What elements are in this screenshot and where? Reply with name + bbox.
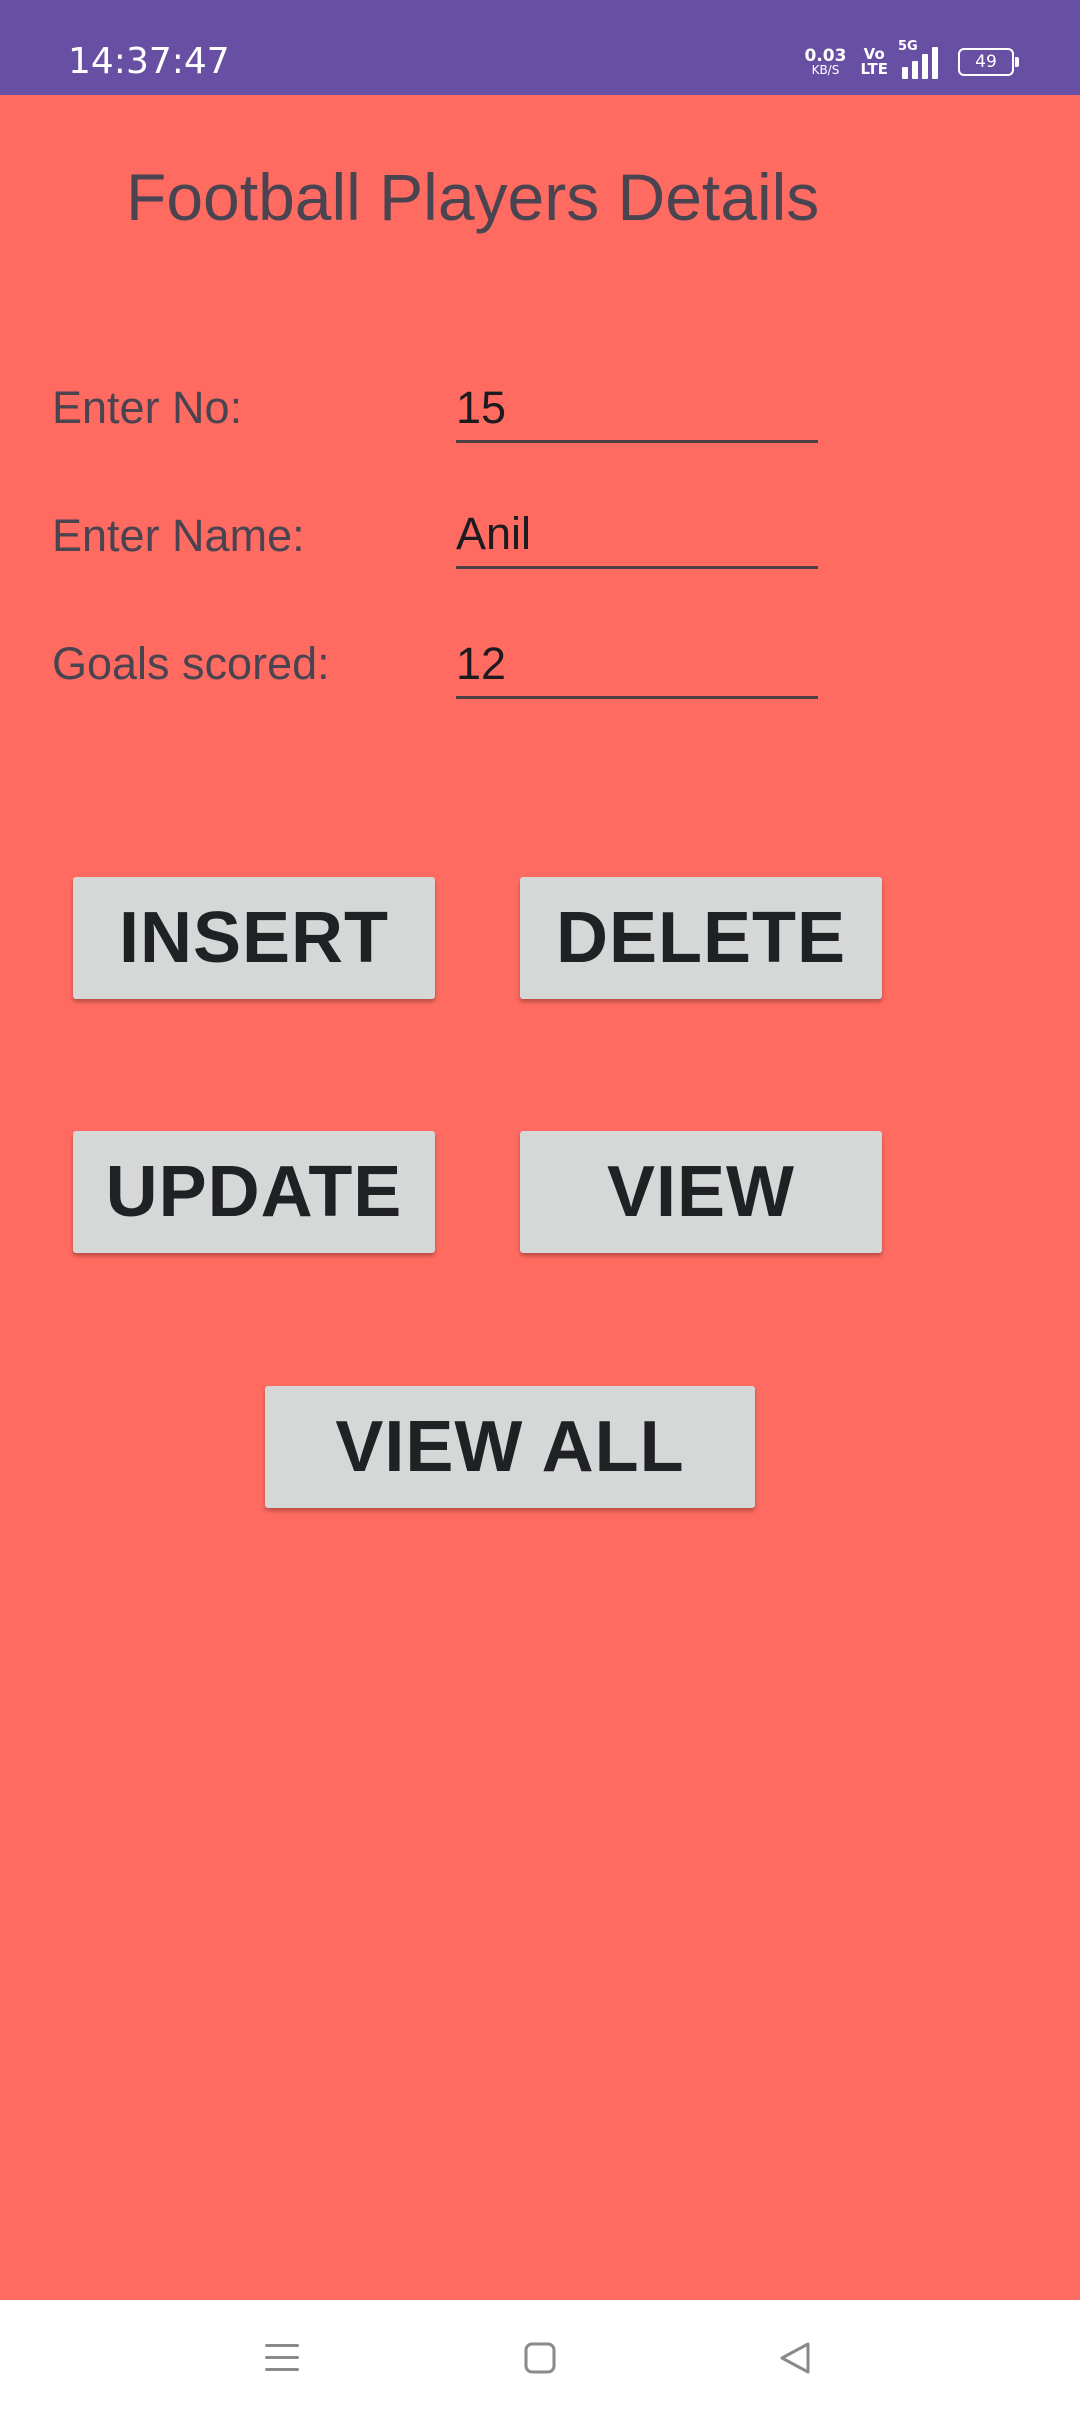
net-speed-value: 0.03 <box>804 46 847 66</box>
signal-bar <box>912 61 918 79</box>
network-type: 5G <box>898 39 918 54</box>
signal-icon: 5G <box>898 39 938 79</box>
signal-bar <box>932 47 938 79</box>
status-time: 14:37:47 <box>68 41 230 82</box>
volte-bottom: LTE <box>860 60 888 78</box>
view-all-button[interactable]: VIEW ALL <box>265 1386 755 1508</box>
delete-button[interactable]: DELETE <box>520 877 882 999</box>
player-no-input[interactable] <box>456 376 818 443</box>
signal-bar <box>922 54 928 79</box>
back-icon[interactable] <box>765 2328 825 2388</box>
home-icon[interactable] <box>510 2328 570 2388</box>
player-name-label: Enter Name: <box>52 510 305 561</box>
insert-button[interactable]: INSERT <box>73 877 435 999</box>
battery-level: 49 <box>975 52 997 72</box>
status-icons: 0.03 KB/S Vo LTE 5G 49 <box>804 39 1019 84</box>
status-bar: 14:37:47 0.03 KB/S Vo LTE 5G 49 <box>0 0 1080 95</box>
net-speed-unit: KB/S <box>811 63 840 77</box>
page-title: Football Players Details <box>126 160 820 234</box>
system-nav-bar <box>0 2300 1080 2412</box>
update-button[interactable]: UPDATE <box>73 1131 435 1253</box>
view-button[interactable]: VIEW <box>520 1131 882 1253</box>
volte-icon: Vo LTE <box>860 47 888 77</box>
menu-icon[interactable] <box>252 2328 312 2388</box>
net-speed-indicator: 0.03 KB/S <box>804 46 847 77</box>
signal-bar <box>902 67 908 79</box>
app-screen: 14:37:47 0.03 KB/S Vo LTE 5G 49 Football <box>0 0 1080 2412</box>
goals-scored-input[interactable] <box>456 632 818 699</box>
goals-scored-label: Goals scored: <box>52 638 330 689</box>
player-name-input[interactable] <box>456 502 818 569</box>
player-no-label: Enter No: <box>52 382 243 433</box>
battery-icon: 49 <box>958 48 1019 76</box>
